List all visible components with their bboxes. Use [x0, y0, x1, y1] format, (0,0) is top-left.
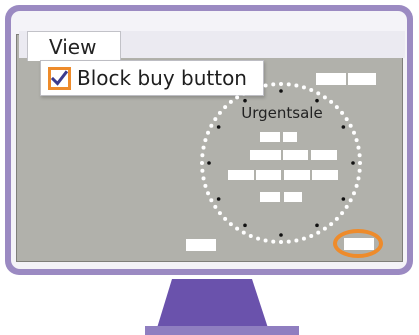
monitor-stand	[145, 279, 299, 335]
